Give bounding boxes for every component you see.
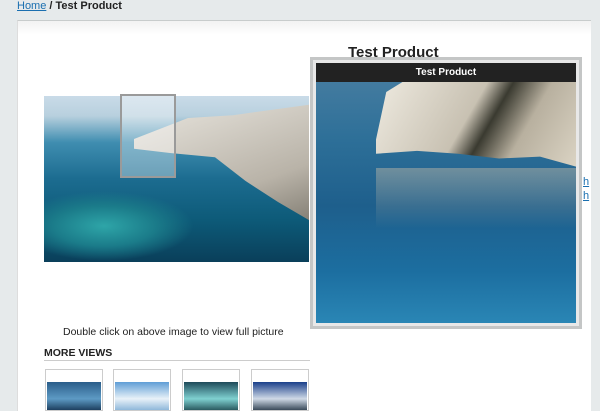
thumbnail-2[interactable] bbox=[113, 369, 171, 411]
zoomed-image bbox=[316, 63, 576, 323]
side-link-1[interactable]: h bbox=[583, 176, 589, 188]
side-link-2[interactable]: h bbox=[583, 190, 589, 202]
breadcrumb-separator: / bbox=[46, 0, 56, 12]
more-views-heading: MORE VIEWS bbox=[44, 347, 113, 359]
thumbnail-4[interactable] bbox=[251, 369, 309, 411]
main-product-image[interactable] bbox=[44, 96, 309, 262]
breadcrumb-current: Test Product bbox=[55, 0, 122, 12]
zoom-lens[interactable] bbox=[120, 94, 176, 178]
image-caption: Double click on above image to view full… bbox=[63, 326, 284, 338]
zoom-window: Test Product bbox=[310, 57, 582, 329]
thumbnail-3[interactable] bbox=[182, 369, 240, 411]
breadcrumb: Home / Test Product bbox=[17, 0, 122, 13]
breadcrumb-home-link[interactable]: Home bbox=[17, 0, 46, 12]
zoom-window-title: Test Product bbox=[316, 63, 576, 82]
divider bbox=[44, 360, 310, 361]
thumbnail-1[interactable] bbox=[45, 369, 103, 411]
